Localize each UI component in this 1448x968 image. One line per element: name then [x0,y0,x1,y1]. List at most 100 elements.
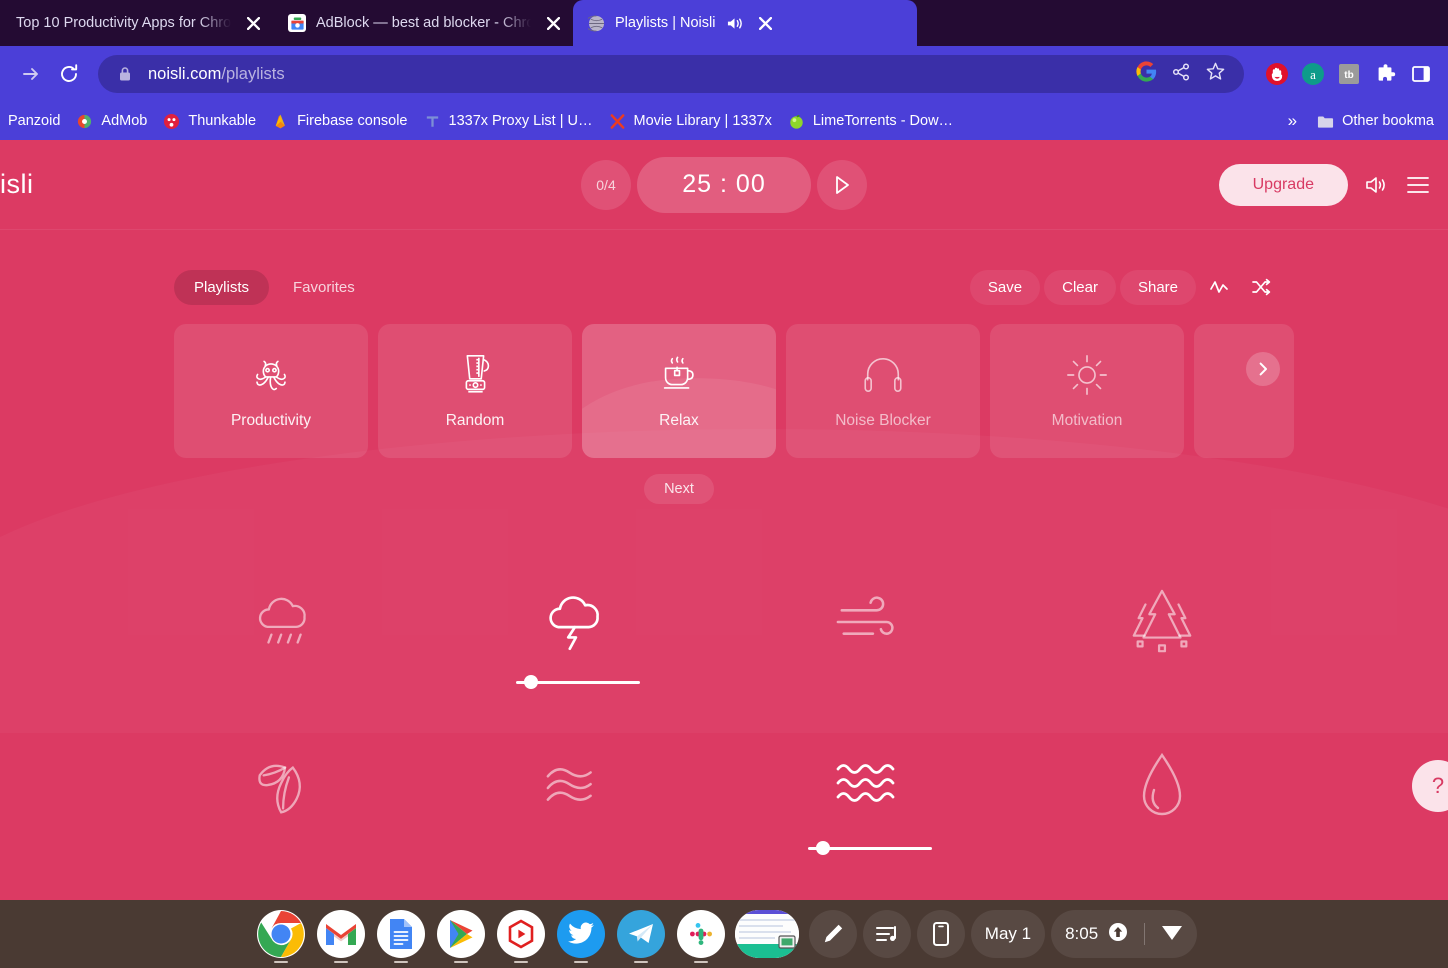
volume-slider-waves[interactable] [808,838,932,858]
phone-hub-icon[interactable] [917,910,965,958]
adblock-icon[interactable] [1262,59,1292,89]
pine-trees-icon[interactable] [1126,580,1198,664]
next-button[interactable]: Next [644,474,714,504]
bookmarks-bar: Panzoid AdMob Thunkable Firebase console… [0,102,1448,140]
sound-stream[interactable] [523,746,633,858]
shelf-app-youtube-vanced[interactable] [491,900,551,968]
playlist-card-noise-blocker[interactable]: Noise Blocker [786,324,980,458]
wifi-icon [1161,922,1183,947]
close-icon[interactable] [543,13,563,33]
forward-arrow-icon[interactable] [12,55,50,93]
browser-tab[interactable]: Top 10 Productivity Apps for Chro [2,0,273,46]
tab-playlists[interactable]: Playlists [174,270,269,305]
google-icon[interactable] [1136,61,1157,87]
reload-icon[interactable] [50,55,88,93]
shelf-app-telegram[interactable] [611,900,671,968]
noisli-logo[interactable]: isli [0,169,34,200]
shelf-app-twitter[interactable] [551,900,611,968]
bookmark-item[interactable]: Panzoid [0,110,68,132]
screenshot-thumbnail [735,910,799,958]
bookmarks-overflow-button[interactable]: » [1280,108,1305,134]
slider-knob[interactable] [524,675,538,689]
water-drop-icon[interactable] [1134,746,1190,830]
running-indicator [514,961,528,963]
playlist-card-productivity[interactable]: Productivity [174,324,368,458]
clear-button[interactable]: Clear [1044,270,1116,305]
bookmark-label: 1337x Proxy List | U… [449,113,593,129]
shelf-date: May 1 [985,924,1031,944]
playlist-card-label: Random [446,412,505,430]
playlist-card-label: Motivation [1052,412,1123,430]
playlist-card-random[interactable]: Random [378,324,572,458]
bookmark-item[interactable]: Firebase console [264,110,415,133]
lock-icon [116,65,134,83]
sound-waves[interactable] [815,746,925,858]
bookmark-item[interactable]: 1337x Proxy List | U… [416,110,601,133]
sound-leaves[interactable] [231,746,341,858]
volume-slider-thunder[interactable] [516,672,640,692]
sound-wind[interactable] [815,580,925,692]
share-icon[interactable] [1171,62,1191,87]
extensions-puzzle-icon[interactable] [1370,59,1400,89]
playlist-card-partial[interactable] [1194,324,1294,458]
playlist-card-relax[interactable]: Relax [582,324,776,458]
waves-icon[interactable] [832,746,908,830]
stylus-icon[interactable] [809,910,857,958]
bookmark-item[interactable]: LimeTorrents - Dow… [780,110,961,133]
shelf-app-slack[interactable] [671,900,731,968]
shelf-app-gmail[interactable] [311,900,371,968]
address-bar[interactable]: noisli.com/playlists [98,55,1244,93]
sound-forest[interactable] [1107,580,1217,692]
shelf-status-tray[interactable]: 8:05 [1051,910,1197,958]
browser-tab-active[interactable]: Playlists | Noisli [573,0,917,46]
next-button-row: Next [0,474,1448,504]
x-icon [609,113,626,130]
side-panel-icon[interactable] [1406,59,1436,89]
shuffle-icon[interactable] [1242,268,1280,306]
tab-favorites[interactable]: Favorites [273,270,375,305]
fade-icon[interactable] [1200,268,1238,306]
sound-grid [0,580,1448,858]
bookmark-star-icon[interactable] [1205,61,1226,87]
bookmark-item[interactable]: Thunkable [155,110,264,133]
google-docs-icon [377,910,425,958]
sound-rain[interactable] [231,580,341,692]
slider-knob[interactable] [816,841,830,855]
playlist-card-motivation[interactable]: Motivation [990,324,1184,458]
tab-audio-icon[interactable] [725,14,743,32]
ripples-icon[interactable] [542,746,614,830]
shelf-date-button[interactable]: May 1 [971,910,1045,958]
menu-icon[interactable] [1404,171,1432,199]
grammarly-icon[interactable]: a [1298,59,1328,89]
timer-display[interactable]: 25 : 00 [637,157,811,213]
volume-icon[interactable] [1362,171,1390,199]
wind-icon[interactable] [834,580,906,664]
shelf-app-chrome[interactable] [251,900,311,968]
browser-tab[interactable]: AdBlock — best ad blocker - Chro [274,0,573,46]
leaves-icon[interactable] [250,746,322,830]
pomodoro-count[interactable]: 0/4 [581,160,631,210]
play-icon[interactable] [817,160,867,210]
chevron-right-icon[interactable] [1246,352,1280,386]
shelf-app-play-store[interactable] [431,900,491,968]
headphones-icon [860,352,906,398]
shelf-screenshot-thumbnail[interactable] [731,900,803,968]
thunder-cloud-icon[interactable] [540,580,616,664]
sound-thunder[interactable] [523,580,633,692]
media-playlist-icon[interactable] [863,910,911,958]
upgrade-button[interactable]: Upgrade [1219,164,1348,206]
share-button[interactable]: Share [1120,270,1196,305]
close-icon[interactable] [243,13,263,33]
shelf-app-google-docs[interactable] [371,900,431,968]
running-indicator [634,961,648,963]
sound-water-drop[interactable] [1107,746,1217,858]
playlist-card-label: Noise Blocker [835,412,931,430]
running-indicator [694,961,708,963]
close-icon[interactable] [755,13,775,33]
rain-cloud-icon[interactable] [250,580,322,664]
save-button[interactable]: Save [970,270,1040,305]
bookmark-item[interactable]: AdMob [68,110,155,133]
bookmark-item[interactable]: Movie Library | 1337x [601,110,780,133]
tb-icon[interactable]: tb [1334,59,1364,89]
other-bookmarks-folder[interactable]: Other bookma [1309,110,1442,133]
